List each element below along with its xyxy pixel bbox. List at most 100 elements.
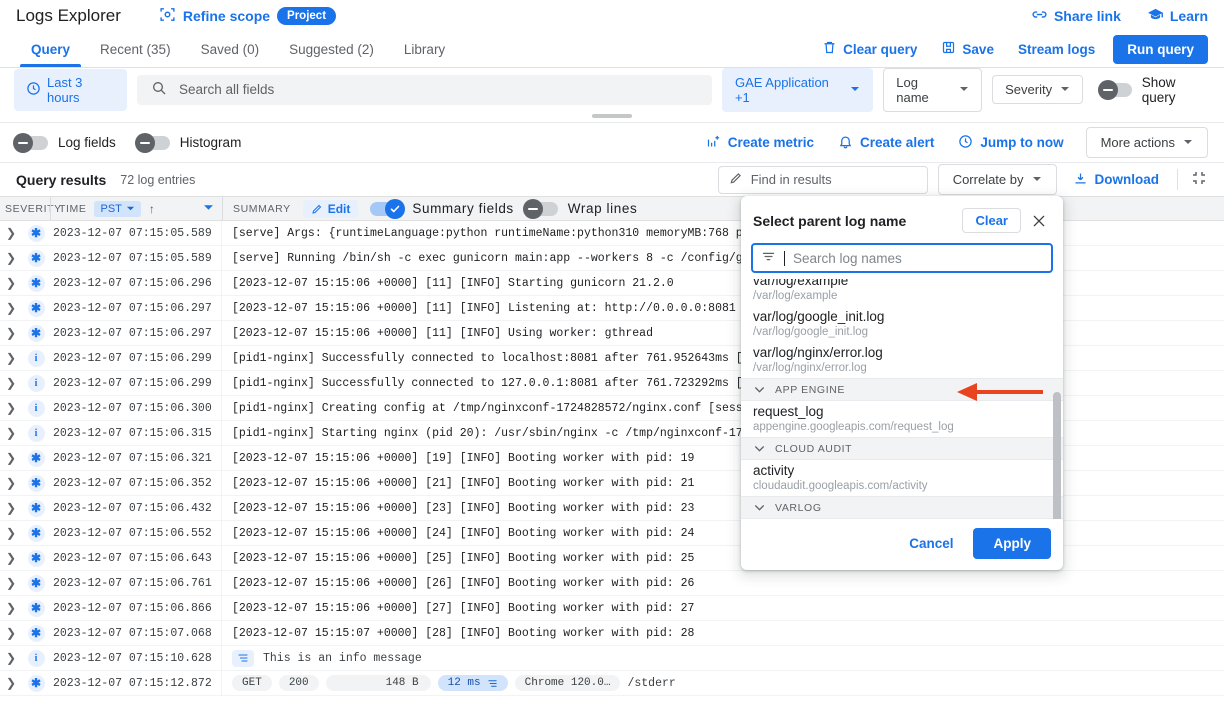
- expand-row-icon[interactable]: ❯: [0, 376, 22, 390]
- log-fields-toggle[interactable]: [13, 132, 48, 153]
- download-button[interactable]: Download: [1067, 171, 1166, 189]
- log-name-option-list[interactable]: var/log/example/var/log/example var/log/g…: [741, 279, 1063, 519]
- create-alert-button[interactable]: Create alert: [828, 134, 944, 152]
- cancel-button[interactable]: Cancel: [897, 529, 965, 558]
- expand-row-icon[interactable]: ❯: [0, 501, 22, 515]
- download-label: Download: [1094, 172, 1160, 187]
- show-query-group[interactable]: Show query: [1098, 75, 1210, 105]
- severity-cell: ✱: [22, 474, 50, 492]
- wrap-lines-toggle[interactable]: [522, 198, 558, 219]
- list-scrollbar[interactable]: [1053, 392, 1061, 519]
- expand-row-icon[interactable]: ❯: [0, 451, 22, 465]
- expand-row-icon[interactable]: ❯: [0, 676, 22, 690]
- close-icon[interactable]: [1027, 209, 1051, 233]
- create-metric-button[interactable]: Create metric: [696, 134, 824, 152]
- severity-filter-button[interactable]: Severity: [992, 75, 1084, 104]
- table-row[interactable]: ❯ ✱ 2023-12-07 07:15:07.068 [2023-12-07 15:…: [0, 621, 1224, 646]
- tab-recent[interactable]: Recent (35): [85, 31, 186, 67]
- expand-row-icon[interactable]: ❯: [0, 651, 22, 665]
- refine-scope-link[interactable]: Refine scope: [183, 8, 270, 24]
- expand-row-icon[interactable]: ❯: [0, 601, 22, 615]
- scope-chip[interactable]: Project: [277, 6, 337, 25]
- log-fields-group[interactable]: Log fields: [13, 132, 116, 153]
- save-icon: [941, 40, 956, 58]
- time-range-selector[interactable]: Last 3 hours: [14, 68, 127, 111]
- log-name-filter-button[interactable]: Log name: [883, 67, 983, 112]
- summary-cell: [pid1-nginx] Creating config at /tmp/ngi…: [232, 401, 771, 415]
- chevron-down-icon: [755, 505, 764, 511]
- expand-row-icon[interactable]: ❯: [0, 626, 22, 640]
- expand-row-icon[interactable]: ❯: [0, 426, 22, 440]
- collapse-icon: [1190, 169, 1208, 190]
- option-group-header[interactable]: CLOUD AUDIT: [741, 437, 1063, 460]
- stream-logs-button[interactable]: Stream logs: [1006, 42, 1107, 57]
- share-link-button[interactable]: Share link: [1031, 6, 1121, 26]
- correlate-by-button[interactable]: Correlate by: [937, 164, 1057, 195]
- wrap-lines-group[interactable]: Wrap lines: [522, 198, 638, 219]
- pencil-icon: [729, 171, 743, 188]
- log-name-option[interactable]: var/log/example/var/log/example: [741, 279, 1063, 306]
- tab-saved[interactable]: Saved (0): [186, 31, 275, 67]
- expand-row-icon[interactable]: ❯: [0, 526, 22, 540]
- tab-list: Query Recent (35) Saved (0) Suggested (2…: [16, 31, 460, 67]
- expand-row-icon[interactable]: ❯: [0, 576, 22, 590]
- link-icon: [1031, 6, 1048, 26]
- expand-row-icon[interactable]: ❯: [0, 476, 22, 490]
- log-name-option[interactable]: request_log appengine.googleapis.com/requ…: [741, 401, 1063, 437]
- expand-row-icon[interactable]: ❯: [0, 326, 22, 340]
- clock-icon: [958, 134, 973, 152]
- share-link-label: Share link: [1053, 7, 1121, 24]
- summary-fields-toggle[interactable]: [370, 198, 406, 219]
- timestamp-cell: 2023-12-07 07:15:12.872: [50, 671, 222, 695]
- table-row[interactable]: ❯ i 2023-12-07 07:15:10.628 This is an info…: [0, 646, 1224, 671]
- expand-row-icon[interactable]: ❯: [0, 351, 22, 365]
- expand-row-icon[interactable]: ❯: [0, 226, 22, 240]
- timezone-selector[interactable]: PST: [94, 200, 141, 217]
- tab-library[interactable]: Library: [389, 31, 460, 67]
- summary-fields-group[interactable]: Summary fields: [370, 198, 513, 219]
- resource-filter-button[interactable]: GAE Application +1: [721, 67, 874, 112]
- timestamp-cell: 2023-12-07 07:15:06.321: [50, 446, 222, 470]
- severity-info-icon: i: [27, 349, 45, 367]
- histogram-group[interactable]: Histogram: [134, 132, 241, 153]
- table-row[interactable]: ❯ ✱ 2023-12-07 07:15:06.866 [2023-12-07 15:…: [0, 596, 1224, 621]
- resize-handle[interactable]: [592, 114, 632, 118]
- expand-row-icon[interactable]: ❯: [0, 251, 22, 265]
- clear-button[interactable]: Clear: [962, 208, 1021, 233]
- timestamp-cell: 2023-12-07 07:15:06.315: [50, 421, 222, 445]
- log-name-option-path: /var/log/example: [753, 290, 838, 302]
- learn-button[interactable]: Learn: [1147, 6, 1208, 26]
- refine-scope-group[interactable]: Refine scope Project: [159, 6, 337, 26]
- edit-summary-fields-button[interactable]: Edit: [302, 199, 359, 218]
- expand-row-icon[interactable]: ❯: [0, 276, 22, 290]
- tab-query[interactable]: Query: [16, 31, 85, 67]
- collapse-button[interactable]: [1177, 169, 1208, 190]
- log-name-option[interactable]: var/log/nginx/error.log/var/log/nginx/er…: [741, 342, 1063, 378]
- log-name-option[interactable]: var/log/google_init.log/var/log/google_i…: [741, 306, 1063, 342]
- time-column-menu[interactable]: [203, 202, 214, 216]
- find-in-results-input[interactable]: Find in results: [717, 165, 928, 194]
- expand-row-icon[interactable]: ❯: [0, 301, 22, 315]
- log-name-option[interactable]: activity cloudaudit.googleapis.com/activi…: [741, 460, 1063, 496]
- apply-button[interactable]: Apply: [973, 528, 1051, 559]
- search-log-names-input[interactable]: Search log names: [751, 243, 1053, 273]
- clear-query-button[interactable]: Clear query: [810, 40, 929, 58]
- summary-cell: [2023-12-07 15:15:06 +0000] [25] [INFO] …: [232, 551, 695, 565]
- show-query-toggle[interactable]: [1098, 79, 1132, 100]
- table-row[interactable]: ❯ ✱ 2023-12-07 07:15:12.872 GET 200 148 B 12 m…: [0, 671, 1224, 696]
- option-group-header[interactable]: APP ENGINE: [741, 378, 1063, 401]
- run-query-button[interactable]: Run query: [1113, 34, 1208, 64]
- save-button[interactable]: Save: [929, 40, 1006, 58]
- option-group-header[interactable]: VARLOG: [741, 496, 1063, 519]
- search-all-fields-input[interactable]: Search all fields: [136, 74, 712, 105]
- more-actions-button[interactable]: More actions: [1085, 127, 1208, 158]
- expand-row-icon[interactable]: ❯: [0, 551, 22, 565]
- sort-ascending-icon[interactable]: ↑: [149, 202, 156, 216]
- jump-to-now-button[interactable]: Jump to now: [948, 134, 1073, 152]
- tab-suggested[interactable]: Suggested (2): [274, 31, 389, 67]
- more-actions-label: More actions: [1100, 135, 1175, 150]
- expand-row-icon[interactable]: ❯: [0, 401, 22, 415]
- histogram-toggle[interactable]: [134, 132, 170, 153]
- table-row[interactable]: ❯ ✱ 2023-12-07 07:15:06.761 [2023-12-07 15:…: [0, 571, 1224, 596]
- severity-debug-icon: ✱: [27, 299, 45, 317]
